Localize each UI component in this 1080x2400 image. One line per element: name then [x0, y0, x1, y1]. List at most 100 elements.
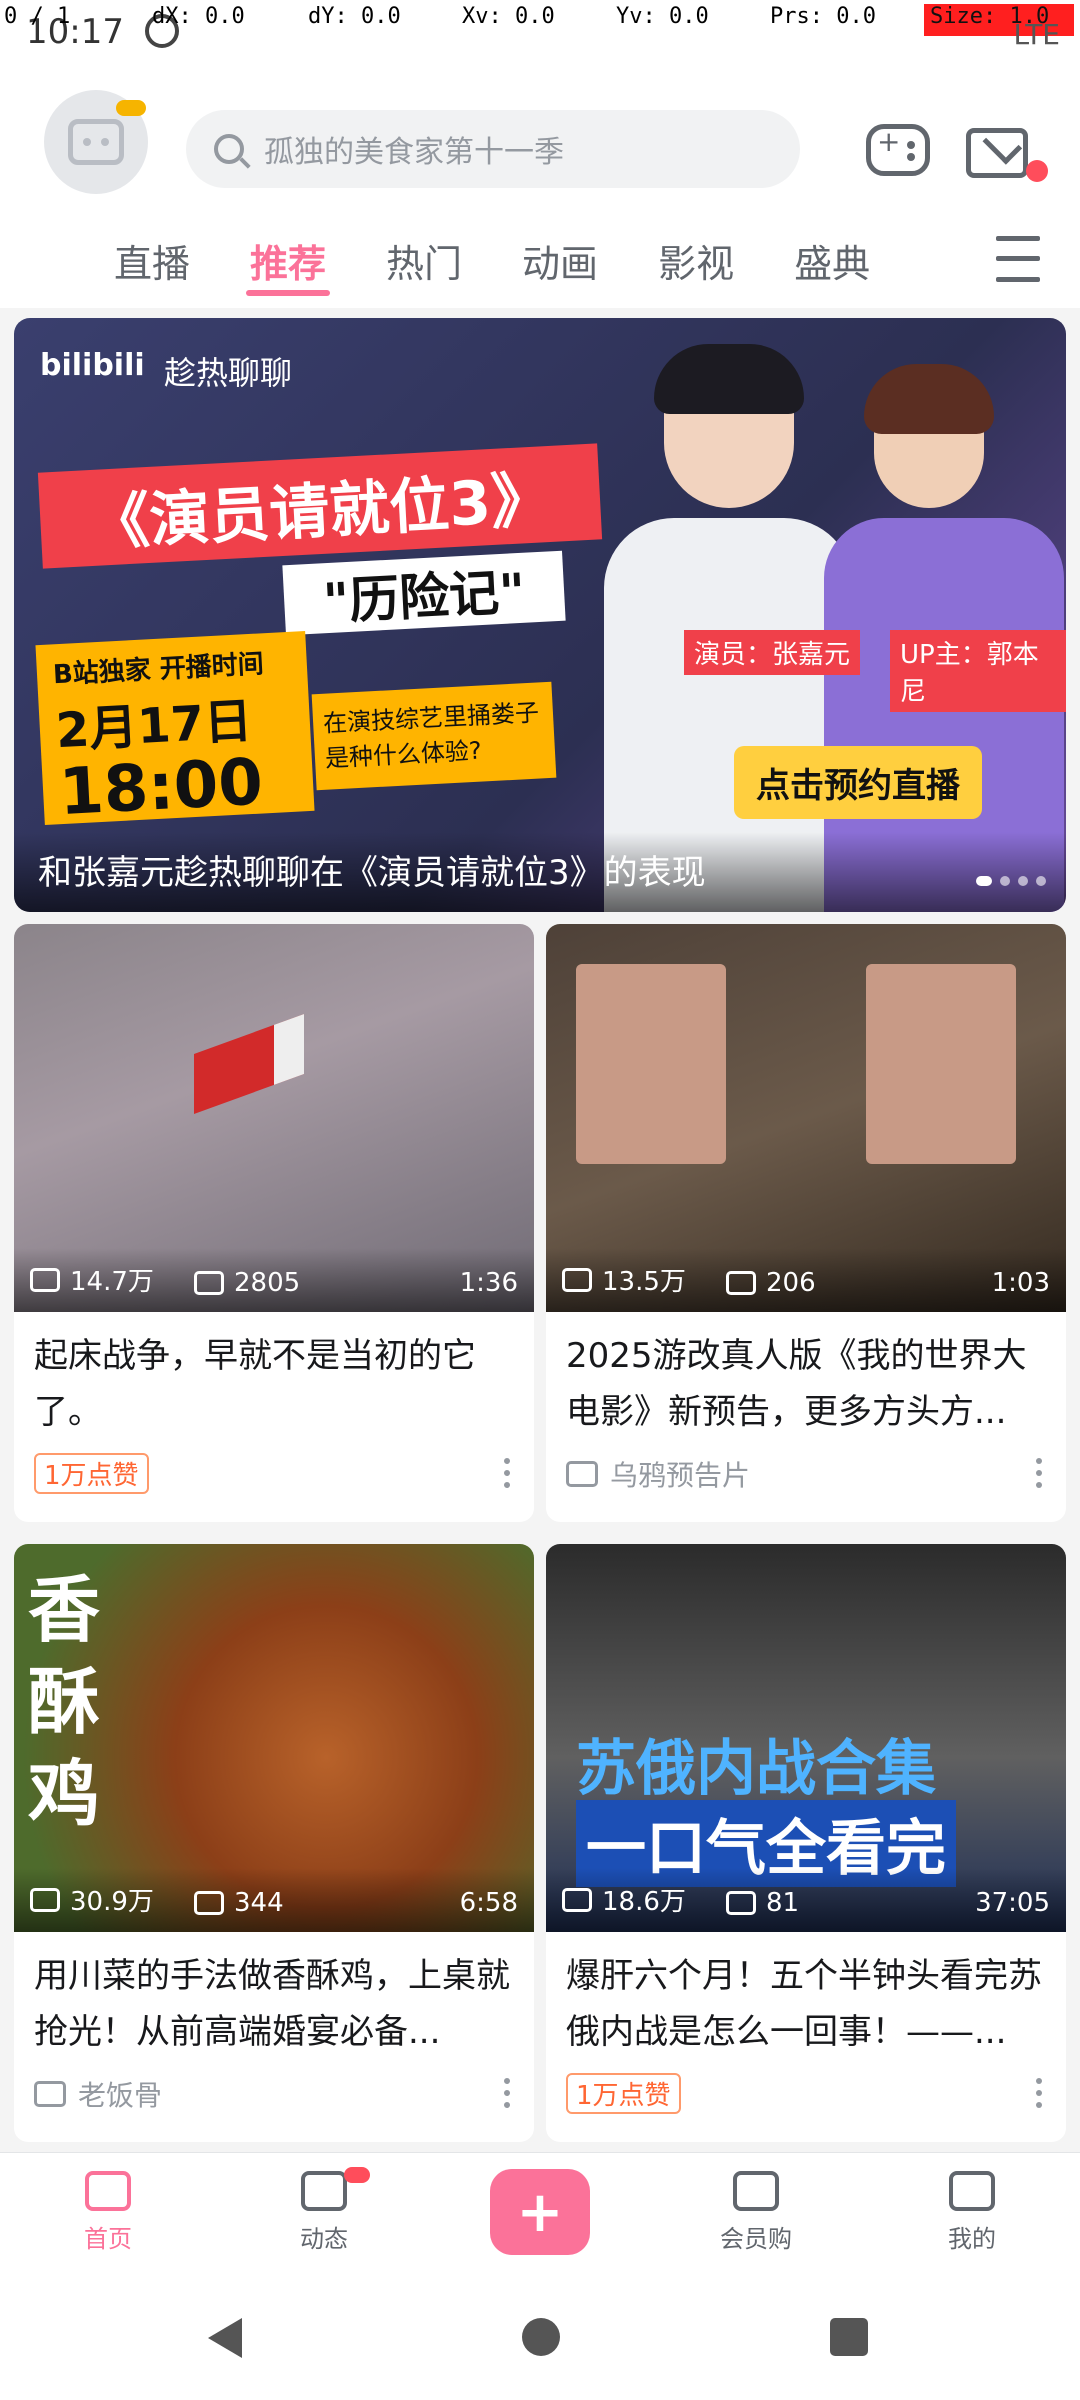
- banner-program-name: 趁热聊聊: [164, 354, 293, 392]
- danmaku-count: 206: [726, 1268, 816, 1298]
- back-icon[interactable]: [208, 2318, 242, 2358]
- banner-headline: 《演员请就位3》: [37, 443, 603, 569]
- play-count-icon: [30, 1267, 60, 1292]
- tv-face-icon: [68, 119, 124, 165]
- up-icon: [34, 2081, 66, 2107]
- view-count: 18.6万: [562, 1881, 686, 1918]
- video-duration: 1:36: [459, 1268, 518, 1298]
- bed-image: [194, 1013, 304, 1115]
- home-icon[interactable]: [522, 2318, 560, 2356]
- video-duration: 37:05: [975, 1888, 1050, 1918]
- video-card[interactable]: 香酥鸡 30.9万 344 6:58 用川菜的手法做香酥鸡，上桌就抢光！从前高端…: [14, 1544, 534, 2142]
- message-icon[interactable]: [966, 128, 1028, 178]
- video-card[interactable]: 14.7万 2805 1:36 起床战争，早就不是当初的它了。 1万点赞: [14, 924, 534, 1522]
- menu-icon[interactable]: [996, 228, 1040, 290]
- video-card[interactable]: 苏俄内战合集 一口气全看完 18.6万 81 37:05 爆肝六个月！五个半钟头…: [546, 1544, 1066, 2142]
- like-badge: 1万点赞: [34, 1453, 149, 1494]
- danmaku-count: 81: [726, 1888, 799, 1918]
- more-options-icon[interactable]: [504, 1458, 514, 1488]
- video-thumbnail[interactable]: 苏俄内战合集 一口气全看完 18.6万 81 37:05: [546, 1544, 1066, 1932]
- thumbnail-caption: 香酥鸡: [28, 1568, 101, 1836]
- nav-mall-label: 会员购: [720, 2225, 792, 2253]
- play-count-icon: [562, 1267, 592, 1292]
- danmaku-icon: [194, 1891, 224, 1915]
- nav-home[interactable]: 首页: [0, 2153, 216, 2275]
- game-center-icon[interactable]: [866, 124, 930, 176]
- pointer-debug-overlay: 0 / 1 dX: 0.0 dY: 0.0 Xv: 0.0 Yv: 0.0 Pr…: [0, 2, 1080, 36]
- nav-home-label: 首页: [84, 2225, 132, 2253]
- danmaku-count: 344: [194, 1888, 284, 1918]
- tab-popular[interactable]: 热门: [356, 212, 492, 308]
- nav-dynamic-label: 动态: [300, 2225, 348, 2253]
- carousel-dots: [976, 876, 1046, 886]
- villager-image: [576, 964, 726, 1164]
- debug-xv: Xv: 0.0: [462, 4, 555, 29]
- video-title[interactable]: 2025游改真人版《我的世界大电影》新预告，更多方头方...: [546, 1312, 1066, 1452]
- video-duration: 6:58: [459, 1888, 518, 1918]
- more-options-icon[interactable]: [504, 2078, 514, 2108]
- danmaku-icon: [726, 1271, 756, 1295]
- top-header: 孤独的美食家第十一季: [0, 64, 1080, 212]
- banner-time: 18:00: [57, 745, 265, 831]
- nav-mall[interactable]: 会员购: [648, 2153, 864, 2275]
- book-live-button[interactable]: 点击预约直播: [734, 746, 982, 819]
- home-tv-icon: [85, 2171, 131, 2211]
- status-bar: 10:17 0 / 1 dX: 0.0 dY: 0.0 Xv: 0.0 Yv: …: [0, 0, 1080, 64]
- video-title[interactable]: 爆肝六个月！五个半钟头看完苏俄内战是怎么一回事！——...: [546, 1932, 1066, 2072]
- uploader-name[interactable]: 老饭骨: [34, 2074, 162, 2114]
- video-duration: 1:03: [991, 1268, 1050, 1298]
- promo-banner[interactable]: bilibili 趁热聊聊 《演员请就位3》 "历险记" B站独家 开播时间 2…: [14, 318, 1066, 912]
- video-title[interactable]: 用川菜的手法做香酥鸡，上桌就抢光！从前高端婚宴必备...: [14, 1932, 534, 2072]
- notification-dot: [1026, 160, 1048, 182]
- more-options-icon[interactable]: [1036, 1458, 1046, 1488]
- dynamic-icon: [301, 2171, 347, 2211]
- like-badge: 1万点赞: [566, 2073, 681, 2114]
- tab-movies[interactable]: 影视: [628, 212, 764, 308]
- publish-button[interactable]: +: [490, 2169, 590, 2255]
- tab-recommend[interactable]: 推荐: [220, 212, 356, 308]
- video-card[interactable]: 13.5万 206 1:03 2025游改真人版《我的世界大电影》新预告，更多方…: [546, 924, 1066, 1522]
- view-count: 30.9万: [30, 1881, 154, 1918]
- video-thumbnail[interactable]: 香酥鸡 30.9万 344 6:58: [14, 1544, 534, 1932]
- nav-dynamic[interactable]: 动态: [216, 2153, 432, 2275]
- profile-tv-icon: [949, 2171, 995, 2211]
- search-input[interactable]: 孤独的美食家第十一季: [186, 110, 800, 188]
- search-icon: [214, 134, 244, 164]
- nav-profile-label: 我的: [948, 2225, 996, 2253]
- view-count: 14.7万: [30, 1261, 154, 1298]
- shopping-bag-icon: [733, 2171, 779, 2211]
- channel-tabs: 直播 推荐 热门 动画 影视 盛典: [0, 212, 1080, 308]
- up-tag: UP主：郭本尼: [890, 630, 1066, 712]
- danmaku-icon: [726, 1891, 756, 1915]
- video-thumbnail[interactable]: 14.7万 2805 1:36: [14, 924, 534, 1312]
- villager-image: [866, 964, 1016, 1164]
- debug-dx: dX: 0.0: [152, 4, 245, 29]
- actor-tag: 演员：张嘉元: [684, 630, 861, 675]
- banner-schedule: B站独家 开播时间 2月17日 18:00: [35, 631, 315, 831]
- thumbnail-caption: 苏俄内战合集: [576, 1734, 936, 1804]
- banner-caption: 和张嘉元趁热聊聊在《演员请就位3》的表现: [38, 853, 706, 893]
- tab-anime[interactable]: 动画: [492, 212, 628, 308]
- debug-pointer-count: 0 / 1: [4, 4, 71, 29]
- danmaku-icon: [194, 1271, 224, 1295]
- view-count: 13.5万: [562, 1261, 686, 1298]
- more-options-icon[interactable]: [1036, 2078, 1046, 2108]
- video-thumbnail[interactable]: 13.5万 206 1:03: [546, 924, 1066, 1312]
- banner-subhead: "历险记": [282, 550, 566, 636]
- danmaku-count: 2805: [194, 1268, 300, 1298]
- network-icon: LTE: [1013, 18, 1060, 51]
- play-count-icon: [562, 1887, 592, 1912]
- play-count-icon: [30, 1887, 60, 1912]
- nav-profile[interactable]: 我的: [864, 2153, 1080, 2275]
- tab-live[interactable]: 直播: [84, 212, 220, 308]
- video-title[interactable]: 起床战争，早就不是当初的它了。: [14, 1312, 534, 1452]
- vip-badge-icon: [116, 100, 146, 116]
- notification-dot: [344, 2167, 370, 2183]
- bottom-nav: 首页 动态 + 会员购 我的: [0, 2152, 1080, 2274]
- tab-festival[interactable]: 盛典: [764, 212, 900, 308]
- banner-question: 在演技综艺里捅娄子是种什么体验?: [311, 681, 557, 791]
- banner-caption-bar: 和张嘉元趁热聊聊在《演员请就位3》的表现: [14, 832, 1066, 912]
- uploader-name[interactable]: 乌鸦预告片: [566, 1454, 750, 1494]
- search-placeholder: 孤独的美食家第十一季: [264, 135, 564, 170]
- recent-apps-icon[interactable]: [830, 2318, 868, 2356]
